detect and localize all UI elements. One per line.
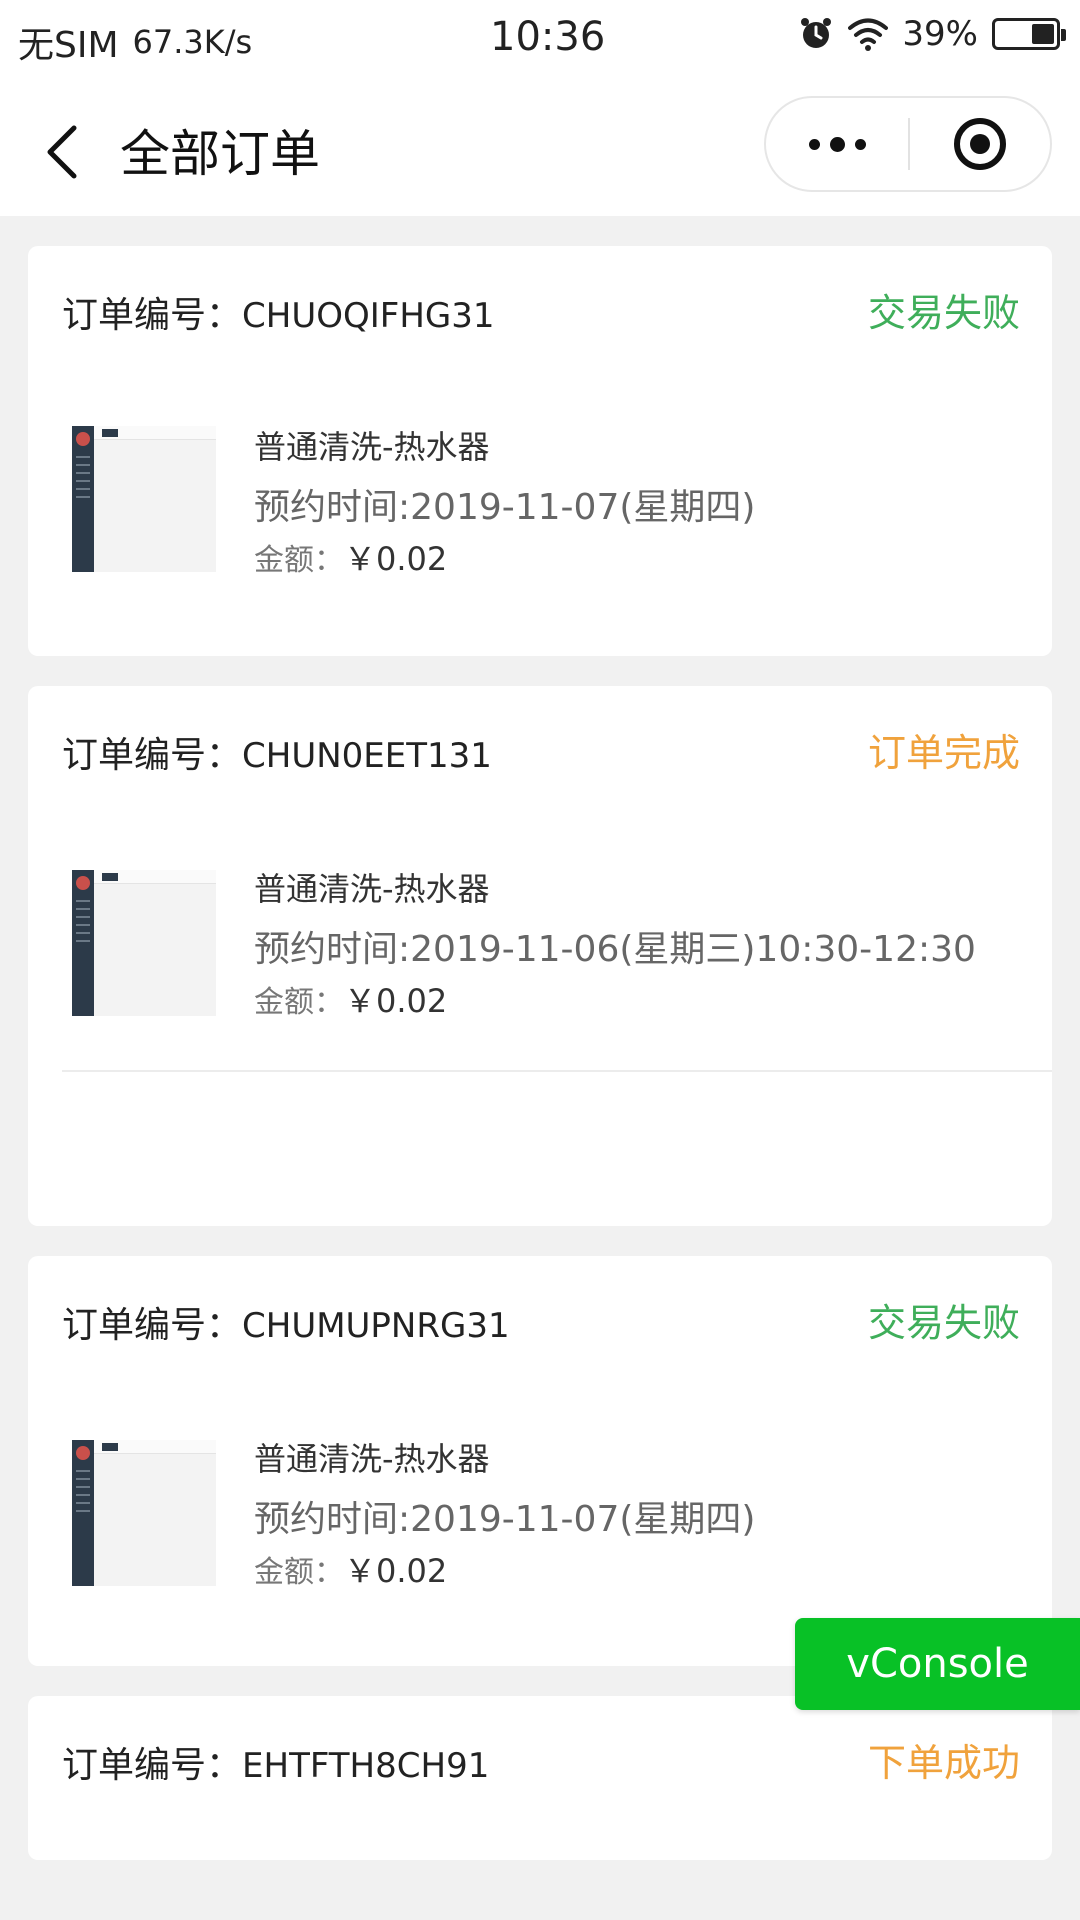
- order-card[interactable]: 订单编号：CHUMUPNRG31 交易失败 普通清洗-热水器 预约时间:2019…: [28, 1256, 1052, 1666]
- order-number: 订单编号：CHUOQIFHG31: [62, 286, 495, 338]
- order-card[interactable]: 订单编号：CHUOQIFHG31 交易失败 普通清洗-热水器 预约时间:2019…: [28, 246, 1052, 656]
- order-card[interactable]: 订单编号：EHTFTH8CH91 下单成功: [28, 1696, 1052, 1860]
- more-button[interactable]: [766, 98, 908, 190]
- carrier-label: 无SIM: [18, 25, 119, 66]
- order-card[interactable]: 订单编号：CHUN0EET131 订单完成 普通清洗-热水器 预约时间:2019…: [28, 686, 1052, 1226]
- close-mini-program-button[interactable]: [910, 98, 1050, 190]
- back-button[interactable]: [36, 114, 96, 184]
- order-status: 下单成功: [867, 1741, 1020, 1785]
- order-number-value: EHTFTH8CH91: [242, 1746, 490, 1786]
- order-number: 订单编号：CHUMUPNRG31: [62, 1296, 510, 1348]
- card-divider: [62, 1070, 1052, 1072]
- appointment-time: 预约时间:2019-11-06(星期三)10:30-12:30: [254, 929, 976, 970]
- nav-bar: 全部订单: [0, 76, 1080, 216]
- order-number: 订单编号：CHUN0EET131: [62, 726, 492, 778]
- order-status: 订单完成: [867, 731, 1020, 775]
- status-right: 39%: [798, 14, 1066, 54]
- service-name: 普通清洗-热水器: [254, 428, 490, 466]
- order-number-label: 订单编号：: [62, 1745, 243, 1786]
- mini-program-capsule: [764, 96, 1052, 192]
- alarm-icon: [801, 18, 832, 48]
- appointment-time: 预约时间:2019-11-07(星期四): [254, 1499, 756, 1540]
- battery-icon: [992, 18, 1066, 50]
- service-name: 普通清洗-热水器: [254, 870, 490, 908]
- order-amount: 金额：￥0.02: [254, 1546, 447, 1592]
- more-dot-icon: [829, 136, 845, 152]
- clock: 10:36: [490, 14, 606, 60]
- order-status: 交易失败: [867, 291, 1020, 335]
- network-speed: 67.3K/s: [132, 23, 253, 61]
- page-title: 全部订单: [120, 125, 320, 183]
- amount-value: ￥0.02: [344, 540, 448, 578]
- order-amount: 金额：￥0.02: [254, 976, 447, 1022]
- product-thumbnail: [72, 870, 216, 1016]
- appointment-time: 预约时间:2019-11-07(星期四): [254, 487, 756, 528]
- product-thumbnail: [72, 426, 216, 572]
- battery-level: [1032, 24, 1054, 44]
- target-icon: [954, 118, 1006, 170]
- wifi-icon: [848, 18, 889, 51]
- status-bar: 无SIM 67.3K/s 10:36 39%: [0, 0, 1080, 76]
- amount-label: 金额：: [254, 1555, 344, 1590]
- order-number-label: 订单编号：: [62, 735, 243, 776]
- product-thumbnail: [72, 1440, 216, 1586]
- order-number-value: CHUN0EET131: [242, 736, 492, 776]
- order-number: 订单编号：EHTFTH8CH91: [62, 1736, 489, 1788]
- order-number-value: CHUMUPNRG31: [242, 1306, 510, 1346]
- amount-label: 金额：: [254, 543, 344, 578]
- more-dot-icon: [808, 138, 820, 150]
- vconsole-button[interactable]: vConsole: [795, 1618, 1080, 1710]
- amount-label: 金额：: [254, 985, 344, 1020]
- order-number-label: 订单编号：: [62, 295, 243, 336]
- battery-percent: 39%: [902, 14, 978, 54]
- order-status: 交易失败: [867, 1301, 1020, 1345]
- order-number-value: CHUOQIFHG31: [242, 296, 495, 336]
- service-name: 普通清洗-热水器: [254, 1440, 490, 1478]
- order-number-label: 订单编号：: [62, 1305, 243, 1346]
- more-dot-icon: [854, 138, 866, 150]
- amount-value: ￥0.02: [344, 982, 448, 1020]
- order-amount: 金额：￥0.02: [254, 534, 447, 580]
- chevron-left-icon: [47, 125, 77, 179]
- amount-value: ￥0.02: [344, 1552, 448, 1590]
- status-left: 无SIM 67.3K/s: [18, 16, 252, 68]
